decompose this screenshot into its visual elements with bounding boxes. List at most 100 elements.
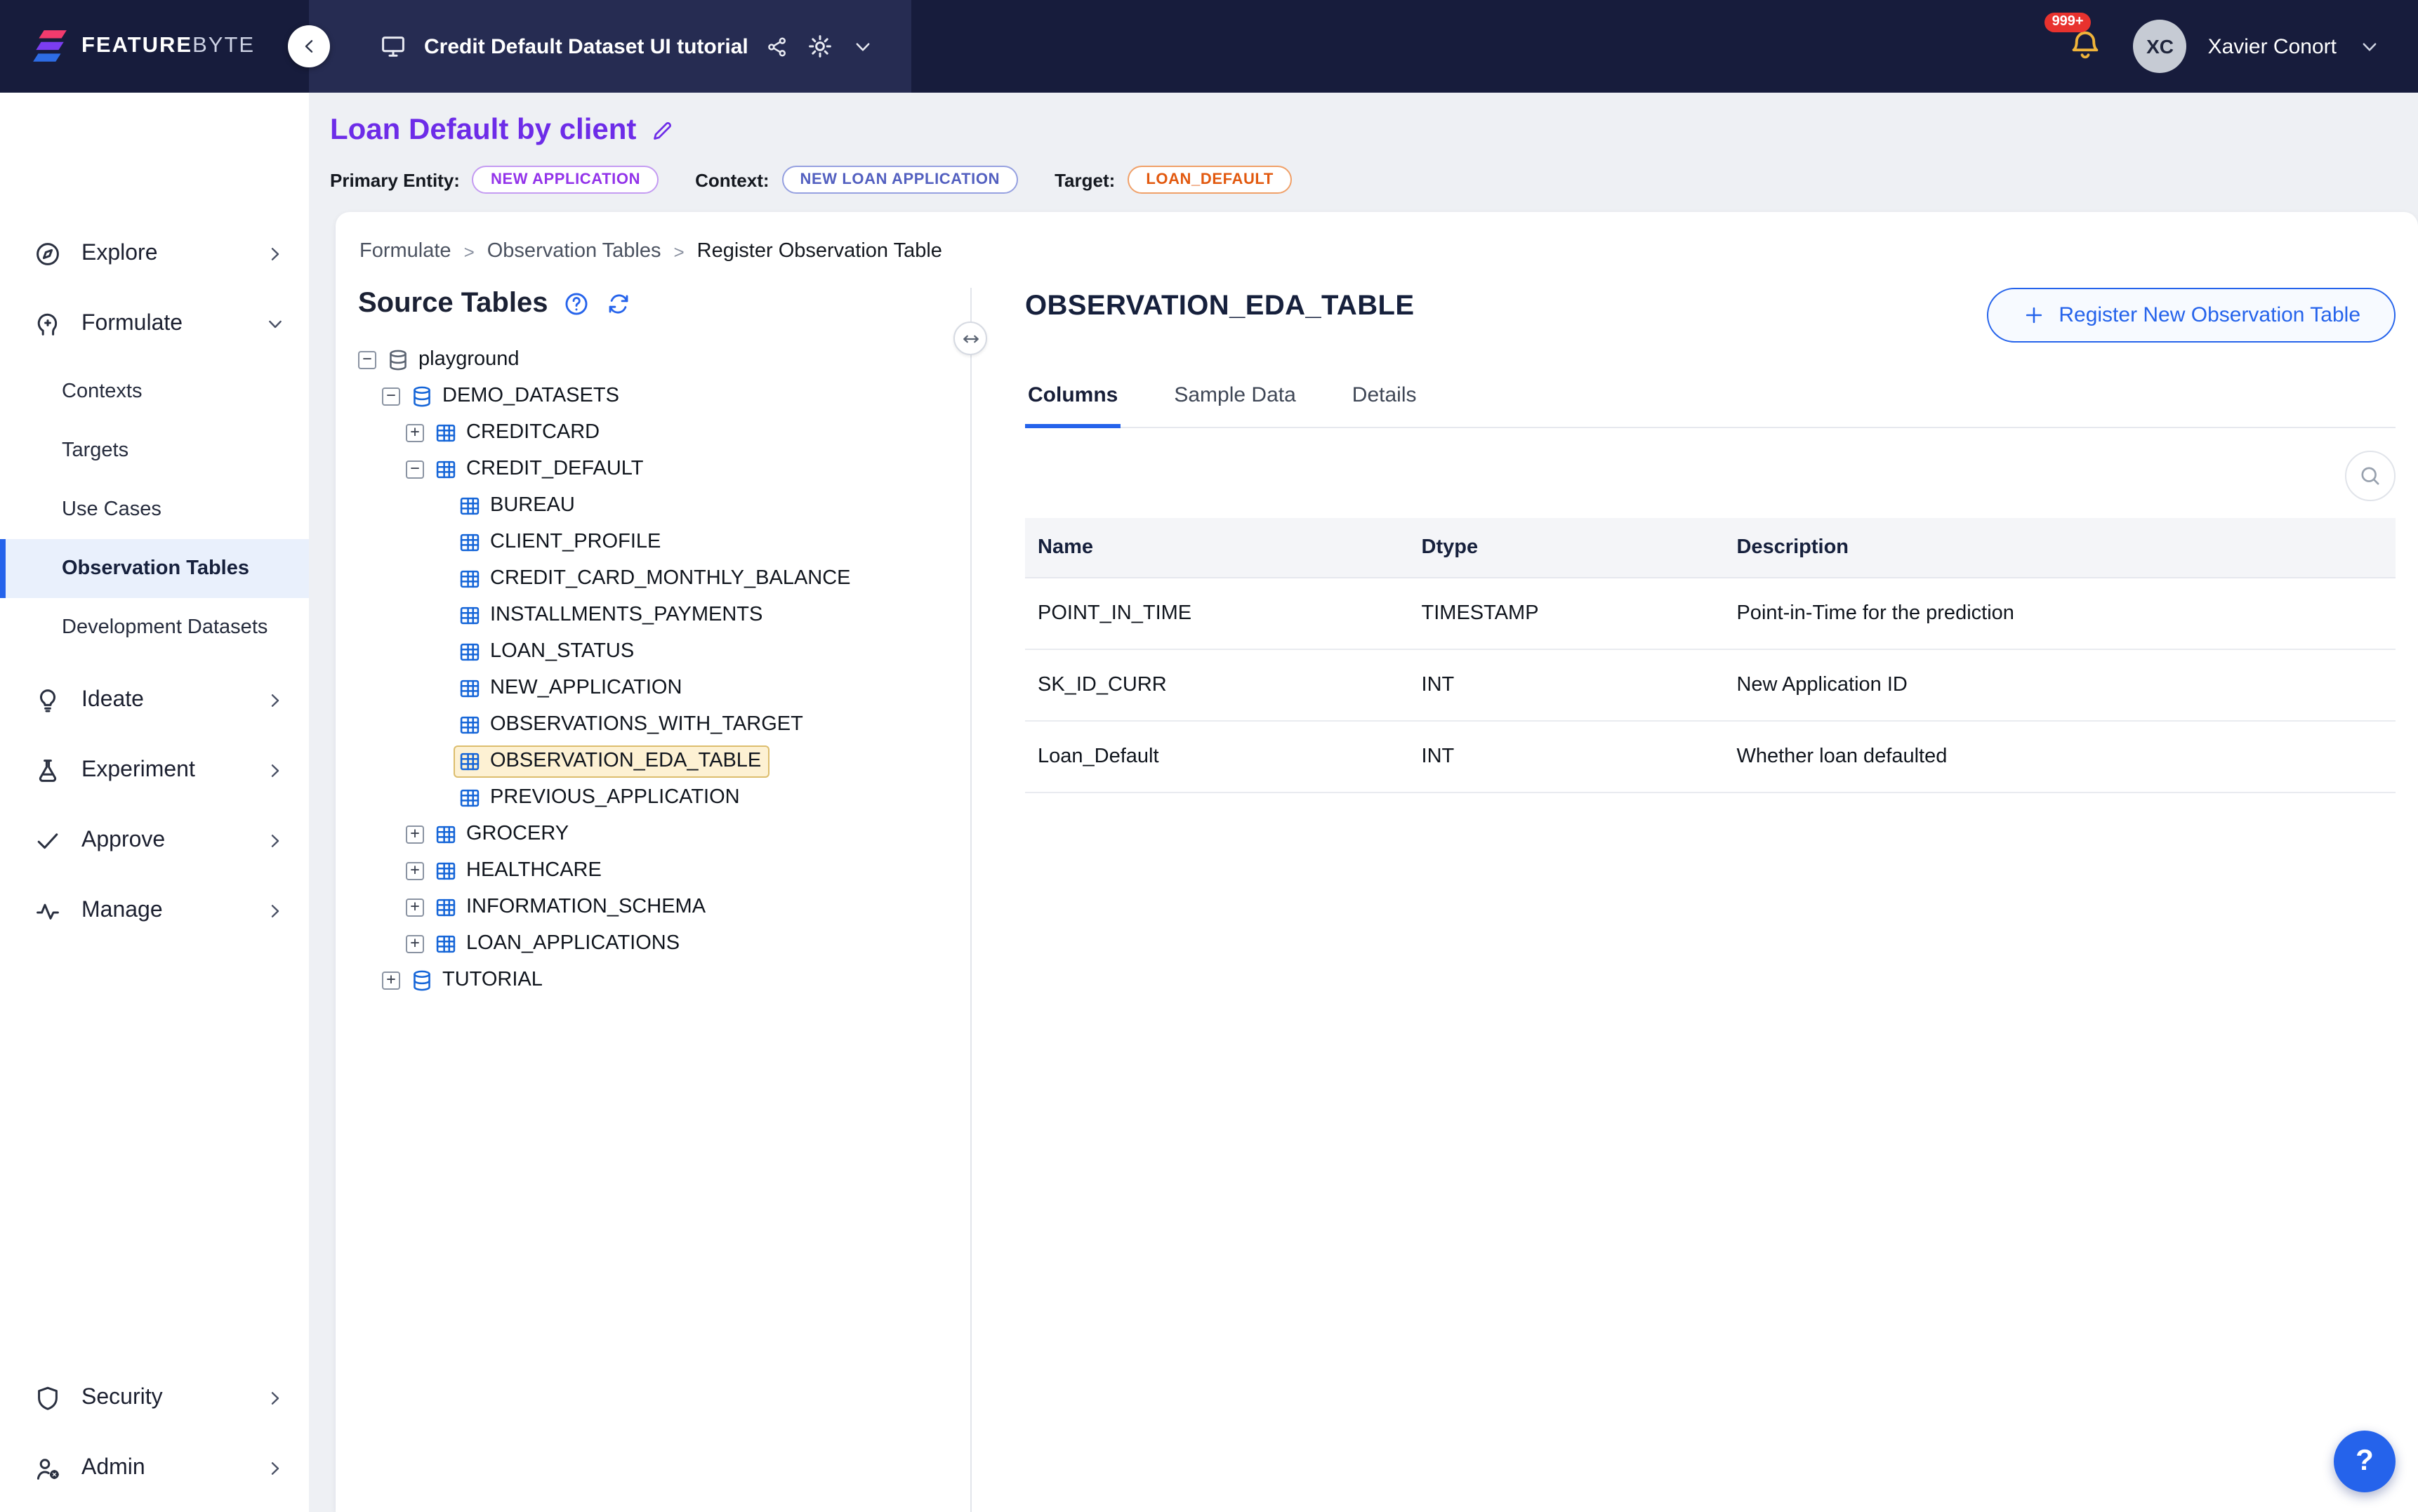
- detail-header: OBSERVATION_EDA_TABLE Register New Obser…: [1025, 288, 2396, 343]
- tree-node-grocery[interactable]: +GROCERY: [358, 816, 970, 852]
- tree-node-previous-application[interactable]: PREVIOUS_APPLICATION: [358, 779, 970, 816]
- tree-node-label-wrap: CLIENT_PROFILE: [455, 527, 668, 557]
- refresh-icon[interactable]: [605, 291, 632, 317]
- user-menu-chevron-down-icon[interactable]: [2358, 34, 2381, 58]
- sidebar-item-manage[interactable]: Manage: [0, 876, 309, 946]
- sidebar-item-ideate[interactable]: Ideate: [0, 665, 309, 736]
- breadcrumb-item-observation-tables[interactable]: Observation Tables: [487, 240, 661, 263]
- table-icon: [458, 676, 482, 700]
- sidebar-item-explore[interactable]: Explore: [0, 219, 309, 289]
- selected-table-title: OBSERVATION_EDA_TABLE: [1025, 291, 1414, 323]
- security-icon: [34, 1384, 62, 1412]
- expander-spacer: [430, 533, 448, 551]
- table-row[interactable]: Loan_DefaultINTWhether loan defaulted: [1025, 721, 2396, 793]
- tree-node-label-wrap: LOAN_APPLICATIONS: [431, 929, 687, 958]
- tree-node-bureau[interactable]: BUREAU: [358, 487, 970, 524]
- tree-node-information-schema[interactable]: +INFORMATION_SCHEMA: [358, 889, 970, 925]
- table-icon: [434, 822, 458, 846]
- expander-plus-icon[interactable]: +: [406, 898, 424, 916]
- tree-node-label: BUREAU: [490, 494, 575, 517]
- breadcrumb-separator: >: [464, 241, 475, 262]
- tree-node-playground[interactable]: −playground: [358, 341, 970, 378]
- panel-resize-handle[interactable]: [953, 321, 987, 355]
- gear-icon[interactable]: [806, 32, 834, 60]
- sidebar-item-formulate[interactable]: Formulate: [0, 289, 309, 359]
- table-icon: [434, 931, 458, 955]
- project-switcher: Credit Default Dataset UI tutorial: [309, 0, 911, 93]
- manage-icon: [34, 897, 62, 925]
- sidebar-item-use-cases[interactable]: Use Cases: [0, 480, 309, 539]
- source-tables-title: Source Tables: [358, 288, 548, 320]
- sidebar-nav: Explore Formulate ContextsTargetsUse Cases…: [0, 219, 309, 946]
- breadcrumb-item-register-observation-table: Register Observation Table: [697, 240, 942, 263]
- tree-node-loan-applications[interactable]: + LOAN_APPLICATIONS: [358, 925, 970, 962]
- sidebar-item-experiment[interactable]: Experiment: [0, 736, 309, 806]
- share-icon[interactable]: [765, 34, 789, 58]
- edit-title-icon[interactable]: [650, 118, 675, 143]
- expander-minus-icon[interactable]: −: [358, 350, 376, 369]
- columns-table-header-row: NameDtypeDescription: [1025, 518, 2396, 578]
- table-row[interactable]: POINT_IN_TIMETIMESTAMPPoint-in-Time for …: [1025, 578, 2396, 649]
- tree-node-label-wrap: OBSERVATIONS_WITH_TARGET: [455, 710, 810, 739]
- help-fab-button[interactable]: ?: [2334, 1431, 2396, 1492]
- tab-columns[interactable]: Columns: [1025, 371, 1121, 428]
- tree-node-label: CREDITCARD: [466, 421, 600, 444]
- tab-details[interactable]: Details: [1349, 371, 1420, 428]
- tree-node-observations-with-target[interactable]: OBSERVATIONS_WITH_TARGET: [358, 706, 970, 743]
- meta-pill-new-loan-application[interactable]: NEW LOAN APPLICATION: [782, 166, 1019, 194]
- table-detail-panel: OBSERVATION_EDA_TABLE Register New Obser…: [972, 288, 2398, 1512]
- project-chevron-down-icon[interactable]: [851, 34, 875, 58]
- breadcrumb-item-formulate[interactable]: Formulate: [359, 240, 451, 263]
- chevron-right-icon: [264, 900, 286, 922]
- expander-plus-icon[interactable]: +: [406, 825, 424, 843]
- notifications-button[interactable]: 999+: [2068, 28, 2104, 65]
- tab-sample-data[interactable]: Sample Data: [1171, 371, 1298, 428]
- expander-plus-icon[interactable]: +: [406, 861, 424, 880]
- sidebar-item-approve[interactable]: Approve: [0, 806, 309, 876]
- expander-plus-icon[interactable]: +: [406, 934, 424, 953]
- sidebar-item-label: Formulate: [81, 312, 183, 337]
- tree-node-tutorial[interactable]: +TUTORIAL: [358, 962, 970, 998]
- tree-node-installments-payments[interactable]: INSTALLMENTS_PAYMENTS: [358, 597, 970, 633]
- search-button[interactable]: [2345, 451, 2396, 501]
- tree-node-demo-datasets[interactable]: −DEMO_DATASETS: [358, 378, 970, 414]
- sidebar-item-targets[interactable]: Targets: [0, 421, 309, 480]
- tree-node-new-application[interactable]: NEW_APPLICATION: [358, 670, 970, 706]
- tree-node-observation-eda-table[interactable]: OBSERVATION_EDA_TABLE: [358, 743, 970, 779]
- sidebar-item-observation-tables[interactable]: Observation Tables: [0, 539, 309, 598]
- chevron-right-icon: [264, 689, 286, 712]
- tree-node-label: CREDIT_CARD_MONTHLY_BALANCE: [490, 567, 851, 590]
- expander-spacer: [430, 752, 448, 770]
- expander-plus-icon[interactable]: +: [406, 423, 424, 442]
- ideate-icon: [34, 687, 62, 715]
- sidebar-item-contexts[interactable]: Contexts: [0, 362, 309, 421]
- panels: Source Tables −playground−DEMO_DATASETS+…: [355, 288, 2398, 1512]
- sidebar-item-admin[interactable]: Admin: [0, 1433, 309, 1504]
- expander-spacer: [430, 569, 448, 588]
- column-header-name: Name: [1025, 518, 1409, 578]
- chevron-right-icon: [264, 243, 286, 265]
- expander-minus-icon[interactable]: −: [406, 460, 424, 478]
- help-circle-icon[interactable]: [563, 291, 590, 317]
- tree-node-loan-status[interactable]: LOAN_STATUS: [358, 633, 970, 670]
- meta-pill-new-application[interactable]: NEW APPLICATION: [473, 166, 659, 194]
- meta-field-target: Target:LOAN_DEFAULT: [1055, 166, 1292, 194]
- avatar[interactable]: XC: [2134, 20, 2187, 73]
- sidebar-item-development-datasets[interactable]: Development Datasets: [0, 598, 309, 657]
- register-observation-table-button[interactable]: Register New Observation Table: [1987, 288, 2396, 343]
- tree-node-credit-default[interactable]: −CREDIT_DEFAULT: [358, 451, 970, 487]
- topbar: FEATUREBYTE Credit Default Dataset UI tu…: [0, 0, 2418, 93]
- tree-node-credit-card-monthly-balance[interactable]: CREDIT_CARD_MONTHLY_BALANCE: [358, 560, 970, 597]
- tree-node-client-profile[interactable]: CLIENT_PROFILE: [358, 524, 970, 560]
- sidebar-item-security[interactable]: Security: [0, 1363, 309, 1433]
- tree-node-creditcard[interactable]: + CREDITCARD: [358, 414, 970, 451]
- expander-plus-icon[interactable]: +: [382, 971, 400, 989]
- meta-pill-loan-default[interactable]: LOAN_DEFAULT: [1128, 166, 1292, 194]
- table-row[interactable]: SK_ID_CURRINTNew Application ID: [1025, 649, 2396, 721]
- collapse-sidebar-button[interactable]: [288, 25, 330, 67]
- expander-minus-icon[interactable]: −: [382, 387, 400, 405]
- tree-node-label-wrap: CREDIT_CARD_MONTHLY_BALANCE: [455, 564, 858, 593]
- tree-node-label: INSTALLMENTS_PAYMENTS: [490, 604, 762, 626]
- page-title: Loan Default by client: [330, 114, 636, 147]
- tree-node-healthcare[interactable]: +HEALTHCARE: [358, 852, 970, 889]
